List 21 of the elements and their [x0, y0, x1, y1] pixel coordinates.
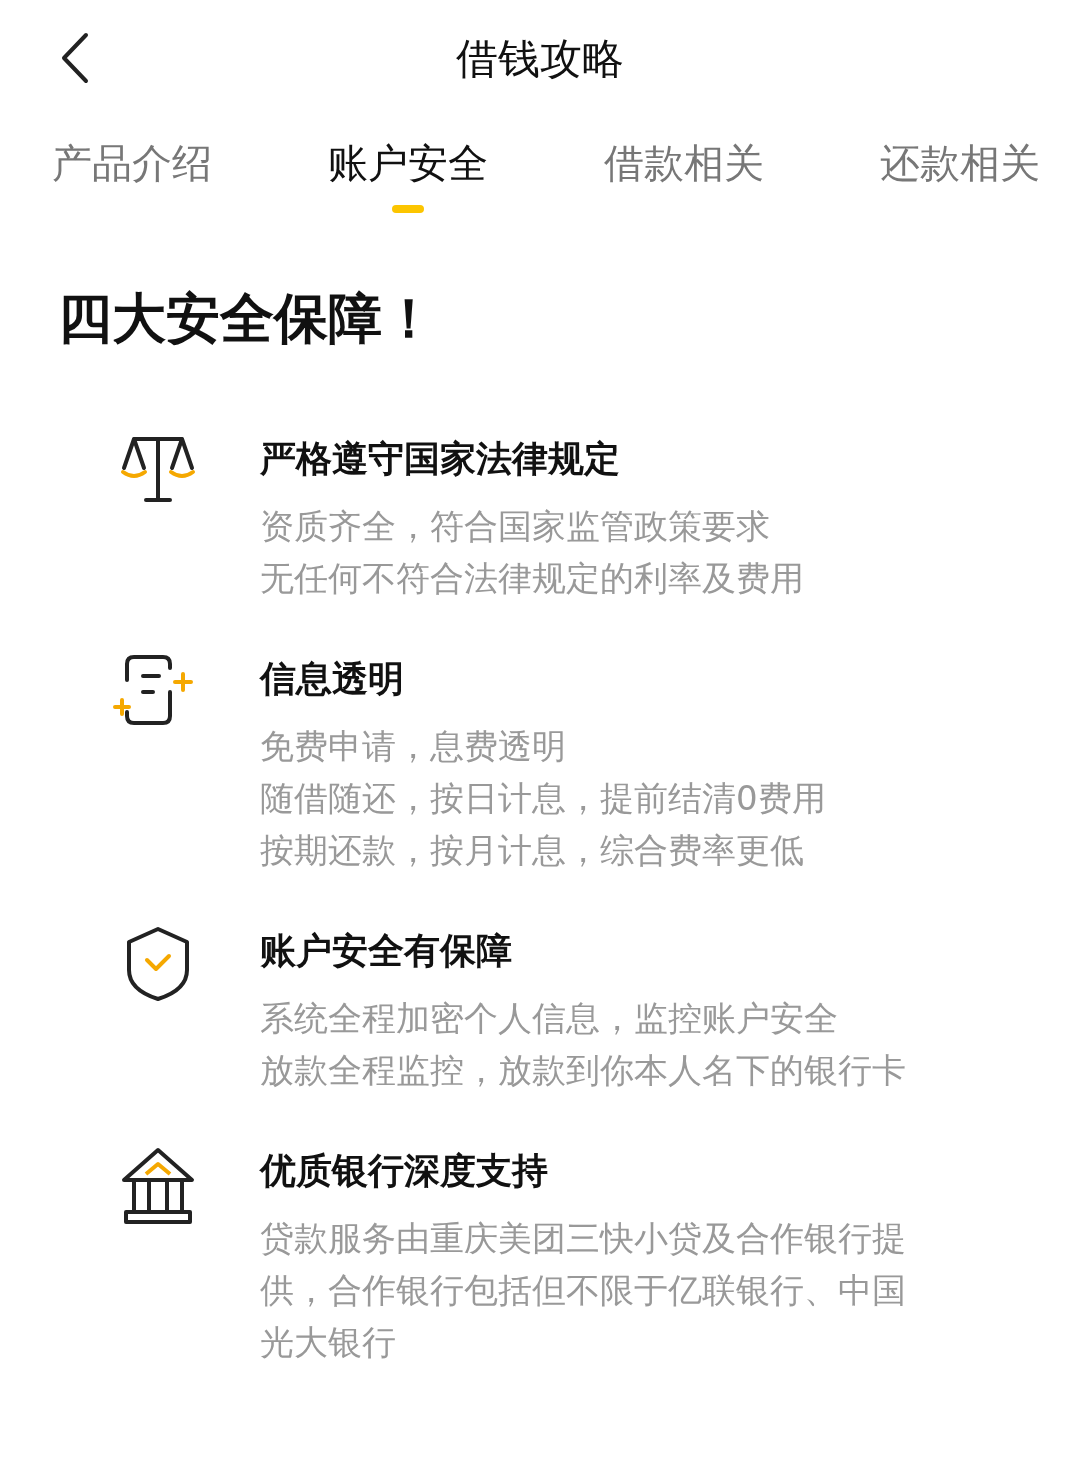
bank-icon [120, 1146, 196, 1226]
feature-title: 信息透明 [260, 657, 405, 701]
section-heading: 四大安全保障！ [58, 286, 437, 352]
back-button[interactable] [60, 32, 90, 84]
feature-description: 无任何不符合法律规定的利率及费用 [260, 557, 805, 600]
feature-title: 账户安全有保障 [260, 929, 513, 973]
tab[interactable]: 借款相关 [604, 136, 764, 203]
page-title: 借钱攻略 [456, 33, 624, 85]
feature-title: 优质银行深度支持 [260, 1149, 549, 1193]
tab-indicator [392, 205, 424, 213]
feature-description: 系统全程加密个人信息，监控账户安全 [260, 997, 839, 1040]
tab[interactable]: 账户安全 [328, 136, 488, 203]
feature-description: 贷款服务由重庆美团三快小贷及合作银行提供，合作银行包括但不限于亿联银行、中国光大银行 [260, 1217, 907, 1364]
feature-description: 按期还款，按月计息，综合费率更低 [260, 829, 805, 872]
feature-title: 严格遵守国家法律规定 [260, 437, 621, 481]
feature-description: 放款全程监控，放款到你本人名下的银行卡 [260, 1049, 907, 1092]
feature-description: 资质齐全，符合国家监管政策要求 [260, 505, 771, 548]
tab[interactable]: 产品介绍 [52, 136, 212, 203]
tab[interactable]: 还款相关 [880, 136, 1040, 203]
feature-description: 免费申请，息费透明 [260, 725, 567, 768]
feature-description: 随借随还，按日计息，提前结清0费用 [260, 777, 827, 820]
